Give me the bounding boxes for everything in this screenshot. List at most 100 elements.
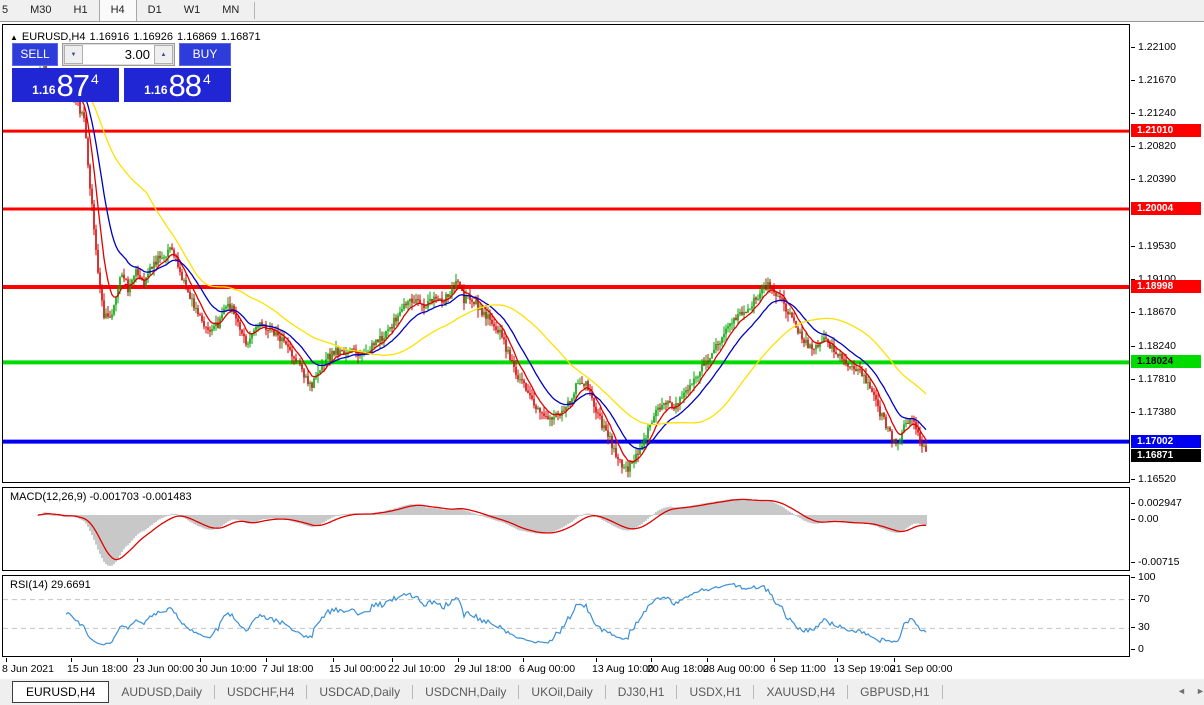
tab-usdchf-h4[interactable]: USDCHF,H4: [215, 681, 306, 703]
sell-button[interactable]: SELL: [12, 43, 58, 66]
price-tick-mark: [1131, 146, 1135, 147]
level-price-tag: 1.18024: [1131, 355, 1201, 368]
volume-decrease-button[interactable]: ▼: [64, 45, 83, 64]
tab-usdx-h1[interactable]: USDX,H1: [677, 681, 753, 703]
time-tick: [137, 658, 138, 662]
macd-tick-label: 0.00: [1138, 513, 1158, 525]
level-price-tag: 1.17002: [1131, 435, 1201, 448]
time-label: 21 Sep 00:00: [890, 663, 952, 675]
macd-tick-mark: [1131, 519, 1135, 520]
timeframe-button-d1[interactable]: D1: [137, 0, 173, 21]
time-label: 29 Jul 18:00: [454, 663, 511, 675]
price-tick-label: 1.17380: [1138, 406, 1176, 418]
price-tick-label: 1.21240: [1138, 107, 1176, 119]
sell-price-display[interactable]: 1.16 87 4: [12, 68, 119, 102]
level-price-tag: 1.21010: [1131, 124, 1201, 137]
time-tick: [333, 658, 334, 662]
timeframe-button-h4[interactable]: H4: [99, 0, 137, 21]
level-price-tag: 1.20004: [1131, 202, 1201, 215]
time-label: 7 Jul 18:00: [262, 663, 313, 675]
time-tick: [774, 658, 775, 662]
tab-usdcnh-daily[interactable]: USDCNH,Daily: [413, 681, 518, 703]
price-tick-label: 1.20390: [1138, 173, 1176, 185]
macd-tick-label: -0.00715: [1138, 556, 1179, 568]
spinner-up-icon: ▲: [161, 52, 167, 58]
macd-tick-label: 0.002947: [1138, 497, 1182, 509]
price-tick-label: 1.20820: [1138, 140, 1176, 152]
rsi-tick-label: 100: [1138, 571, 1156, 583]
volume-input[interactable]: [83, 45, 154, 64]
mt4-window: 5M30H1H4D1W1MN ▲ EURUSD,H4 1.169161.16926 1…: [0, 0, 1204, 705]
rsi-tick-label: 30: [1138, 621, 1150, 633]
ohlc-low: 1.16869: [177, 31, 217, 43]
chart-window: ▲ EURUSD,H4 1.169161.16926 1.16869 1.16871 S…: [0, 22, 1204, 677]
rsi-tick-mark: [1131, 599, 1135, 600]
timeframe-button-mn[interactable]: MN: [211, 0, 250, 21]
time-label: 28 Aug 00:00: [703, 663, 765, 675]
macd-tick-mark: [1131, 562, 1135, 563]
buy-price-sup: 4: [203, 71, 211, 87]
spinner-down-icon: ▼: [71, 52, 77, 58]
sell-price-prefix: 1.16: [32, 83, 55, 97]
tab-gbpusd-h1[interactable]: GBPUSD,H1: [848, 681, 941, 703]
chart-title: ▲ EURUSD,H4 1.169161.16926 1.16869 1.16871: [10, 31, 265, 43]
volume-increase-button[interactable]: ▲: [154, 45, 173, 64]
volume-box: ▼ ▲: [62, 43, 175, 66]
time-axis: 8 Jun 202115 Jun 18:0023 Jun 00:0030 Jun…: [0, 658, 1204, 677]
tab-dj30-h1[interactable]: DJ30,H1: [606, 681, 677, 703]
tab-audusd-daily[interactable]: AUDUSD,Daily: [109, 681, 214, 703]
ohlc-close: 1.16871: [221, 31, 261, 43]
timeframe-toolbar: 5M30H1H4D1W1MN: [0, 0, 1204, 22]
time-label: 6 Sep 11:00: [770, 663, 826, 675]
timeframe-button-m30[interactable]: M30: [19, 0, 62, 21]
price-tick-label: 1.17810: [1138, 373, 1176, 385]
time-tick: [266, 658, 267, 662]
tab-ukoil-daily[interactable]: UKOil,Daily: [519, 681, 604, 703]
tab-usdcad-daily[interactable]: USDCAD,Daily: [307, 681, 412, 703]
time-tick: [71, 658, 72, 662]
time-label: 30 Jun 10:00: [196, 663, 257, 675]
timeframe-button-w1[interactable]: W1: [173, 0, 212, 21]
buy-button[interactable]: BUY: [179, 43, 231, 66]
time-label: 13 Sep 19:00: [833, 663, 895, 675]
time-tick: [523, 658, 524, 662]
ohlc-open: 1.16916: [90, 31, 130, 43]
time-tick: [837, 658, 838, 662]
sell-price-sup: 4: [91, 71, 99, 87]
level-price-tag: 1.18998: [1131, 280, 1201, 293]
tab-scroll-left-icon[interactable]: ◄: [1177, 686, 1186, 696]
time-label: 15 Jun 18:00: [67, 663, 128, 675]
buy-price-display[interactable]: 1.16 88 4: [124, 68, 231, 102]
current-price-tag: 1.16871: [1131, 449, 1201, 462]
rsi-pane[interactable]: [2, 575, 1130, 657]
tab-eurusd-h4[interactable]: EURUSD,H4: [12, 681, 109, 703]
timeframe-button-h1[interactable]: H1: [63, 0, 99, 21]
buy-price-prefix: 1.16: [144, 83, 167, 97]
chart-tab-bar: EURUSD,H4AUDUSD,DailyUSDCHF,H4USDCAD,Dai…: [0, 679, 1204, 705]
rsi-tick-mark: [1131, 649, 1135, 650]
price-tick-label: 1.22100: [1138, 41, 1176, 53]
price-tick-mark: [1131, 246, 1135, 247]
time-label: 13 Aug 10:00: [592, 663, 654, 675]
ohlc-high: 1.16926: [133, 31, 173, 43]
one-click-trade-panel: SELL ▼ ▲ BUY 1.16 87 4 1.16 88 4: [12, 43, 231, 102]
price-tick-mark: [1131, 312, 1135, 313]
toolbar-separator: [254, 2, 255, 19]
time-label: 22 Jul 10:00: [388, 663, 445, 675]
time-tick: [200, 658, 201, 662]
time-tick: [458, 658, 459, 662]
price-tick-label: 1.18670: [1138, 306, 1176, 318]
macd-tick-mark: [1131, 503, 1135, 504]
price-tick-label: 1.19530: [1138, 240, 1176, 252]
chart-symbol: EURUSD,H4: [22, 31, 86, 43]
price-tick-mark: [1131, 379, 1135, 380]
price-tick-label: 1.21670: [1138, 74, 1176, 86]
price-tick-mark: [1131, 47, 1135, 48]
time-tick: [6, 658, 7, 662]
buy-price-big: 88: [169, 70, 201, 101]
tab-xauusd-h4[interactable]: XAUUSD,H4: [754, 681, 847, 703]
up-triangle-icon: ▲: [10, 33, 18, 42]
rsi-label: RSI(14) 29.6691: [10, 579, 91, 591]
tab-scroll-right-icon[interactable]: ►: [1196, 686, 1204, 696]
timeframe-button-5[interactable]: 5: [0, 0, 19, 21]
